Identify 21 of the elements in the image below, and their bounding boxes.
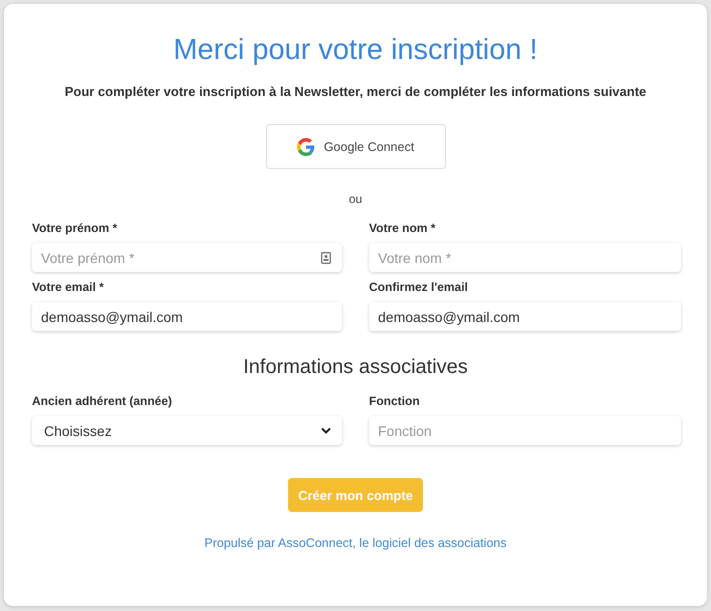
field-label: Confirmez l'email <box>369 280 469 294</box>
field-label: Ancien adhérent (année) <box>32 394 174 408</box>
input-field[interactable]: demoasso@ymail.com <box>369 302 681 331</box>
input-field[interactable]: Fonction <box>369 416 681 445</box>
intro-text: Pour compléter votre inscription à la Newsletter, merci de compléter les informations suivante <box>64 84 648 99</box>
input-field[interactable]: Votre prénom * <box>32 243 342 272</box>
google-connect-button[interactable]: Google Connect <box>266 124 446 169</box>
field-label: Fonction <box>369 394 421 408</box>
contact-card-icon <box>321 252 331 264</box>
input-field[interactable]: demoasso@ymail.com <box>32 302 342 331</box>
chevron-down-icon <box>321 427 331 434</box>
separator-text: ou <box>348 192 362 206</box>
input-field[interactable]: Votre nom * <box>369 243 681 272</box>
field-label: Votre prénom * <box>32 221 118 235</box>
google-icon <box>296 138 315 156</box>
field-label: Votre nom * <box>369 221 436 235</box>
field-label: Votre email * <box>32 280 105 294</box>
footer-link[interactable]: Propulsé par AssoConnect, le logiciel des associations <box>204 536 507 550</box>
section-title: Informations associatives <box>242 356 469 379</box>
page-title: Merci pour votre inscription ! <box>172 34 539 66</box>
select-field[interactable]: Choisissez <box>32 416 342 445</box>
